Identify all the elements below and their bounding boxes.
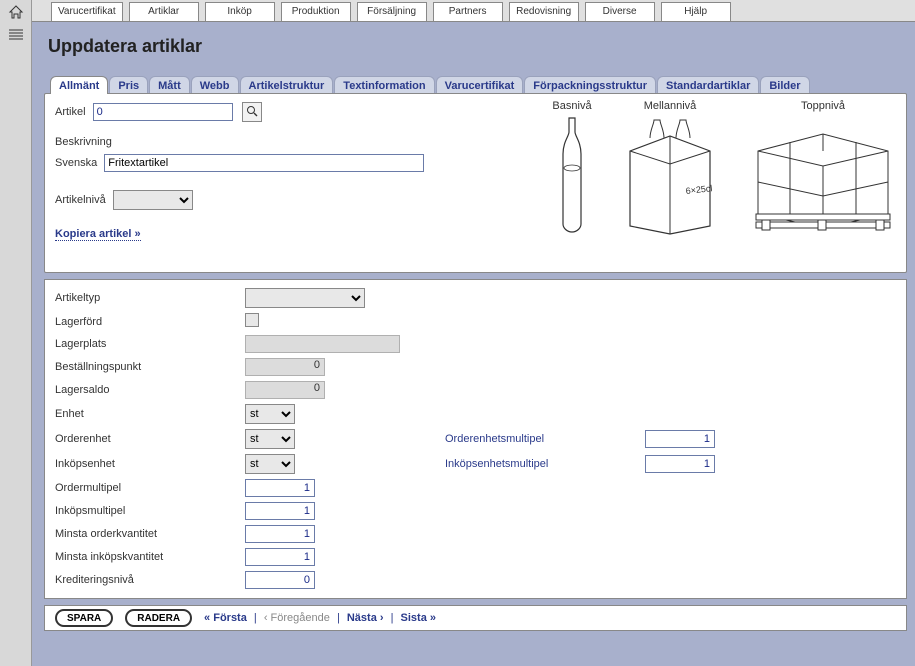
krediteringsniva-input[interactable] xyxy=(245,571,315,589)
tab-artikelstruktur[interactable]: Artikelstruktur xyxy=(240,76,334,94)
tab-varucertifikat[interactable]: Varucertifikat xyxy=(436,76,524,94)
svenska-input[interactable] xyxy=(104,154,424,172)
footer-bar: SPARA RADERA « Första | ‹ Föregående | N… xyxy=(44,605,907,631)
pager-last[interactable]: Sista » xyxy=(401,612,436,624)
menu-forsaljning[interactable]: Försäljning xyxy=(357,2,427,21)
inkopsenhetsmultipel-label: Inköpsenhetsmultipel xyxy=(445,458,645,470)
main-menu: Varucertifikat Artiklar Inköp Produktion… xyxy=(32,0,915,22)
inkopsenhet-select[interactable]: st xyxy=(245,454,295,474)
menu-redovisning[interactable]: Redovisning xyxy=(509,2,579,21)
tab-forpackningsstruktur[interactable]: Förpackningsstruktur xyxy=(524,76,656,94)
artikeltyp-select[interactable] xyxy=(245,288,365,308)
artikel-input[interactable] xyxy=(93,103,233,121)
general-panel: Artikel Beskrivning Svenska Artikelnivå xyxy=(44,93,907,273)
artikelniva-label: Artikelnivå xyxy=(55,194,106,206)
multipack-icon: 6×25cl xyxy=(620,116,720,239)
menu-produktion[interactable]: Produktion xyxy=(281,2,351,21)
orderenhetsmultipel-input[interactable] xyxy=(645,430,715,448)
orderenhet-select[interactable]: st xyxy=(245,429,295,449)
menu-partners[interactable]: Partners xyxy=(433,2,503,21)
details-panel[interactable]: Artikeltyp Lagerförd Lagerplats Beställn… xyxy=(44,279,907,599)
pager-prev[interactable]: ‹ Föregående xyxy=(264,612,330,624)
orderenhetsmultipel-label: Orderenhetsmultipel xyxy=(445,433,645,445)
bottle-icon xyxy=(552,116,592,239)
pager-first[interactable]: « Första xyxy=(204,612,247,624)
minsta-inkopskvantitet-label: Minsta inköpskvantitet xyxy=(55,551,245,563)
basniva-label: Basnivå xyxy=(552,100,591,112)
list-icon[interactable] xyxy=(8,28,24,42)
artikel-label: Artikel xyxy=(55,106,86,118)
ordermultipel-label: Ordermultipel xyxy=(55,482,245,494)
toppniva-label: Toppnivå xyxy=(801,100,845,112)
beskrivning-label: Beskrivning xyxy=(55,136,112,148)
page-title: Uppdatera artiklar xyxy=(48,36,907,57)
orderenhet-label: Orderenhet xyxy=(55,433,245,445)
menu-inkop[interactable]: Inköp xyxy=(205,2,275,21)
search-icon xyxy=(246,105,258,120)
inkopsmultipel-label: Inköpsmultipel xyxy=(55,505,245,517)
lagerford-checkbox[interactable] xyxy=(245,313,259,327)
tab-standardartiklar[interactable]: Standardartiklar xyxy=(657,76,759,94)
artikeltyp-label: Artikeltyp xyxy=(55,292,245,304)
inkopsenhet-label: Inköpsenhet xyxy=(55,458,245,470)
delete-button[interactable]: RADERA xyxy=(125,609,192,627)
lagersaldo-value: 0 xyxy=(245,381,325,399)
krediteringsniva-label: Krediteringsnivå xyxy=(55,574,245,586)
menu-hjalp[interactable]: Hjälp xyxy=(661,2,731,21)
minsta-orderkvantitet-input[interactable] xyxy=(245,525,315,543)
ordermultipel-input[interactable] xyxy=(245,479,315,497)
enhet-label: Enhet xyxy=(55,408,245,420)
lagerford-label: Lagerförd xyxy=(55,316,245,328)
menu-diverse[interactable]: Diverse xyxy=(585,2,655,21)
copy-article-link[interactable]: Kopiera artikel » xyxy=(55,228,141,241)
svenska-label: Svenska xyxy=(55,157,97,169)
minsta-inkopskvantitet-input[interactable] xyxy=(245,548,315,566)
artikelniva-select[interactable] xyxy=(113,190,193,210)
minsta-orderkvantitet-label: Minsta orderkvantitet xyxy=(55,528,245,540)
inkopsmultipel-input[interactable] xyxy=(245,502,315,520)
lagersaldo-label: Lagersaldo xyxy=(55,384,245,396)
artikel-search-button[interactable] xyxy=(242,102,262,122)
home-icon[interactable] xyxy=(8,4,24,20)
menu-artiklar[interactable]: Artiklar xyxy=(129,2,199,21)
menu-varucertifikat[interactable]: Varucertifikat xyxy=(51,2,123,21)
bestallningspunkt-label: Beställningspunkt xyxy=(55,361,245,373)
tab-bilder[interactable]: Bilder xyxy=(760,76,809,94)
tab-matt[interactable]: Mått xyxy=(149,76,190,94)
tab-allmant[interactable]: Allmänt xyxy=(50,76,108,94)
pager-next[interactable]: Nästa › xyxy=(347,612,384,624)
inkopsenhetsmultipel-input[interactable] xyxy=(645,455,715,473)
save-button[interactable]: SPARA xyxy=(55,609,113,627)
tab-webb[interactable]: Webb xyxy=(191,76,239,94)
lagerplats-label: Lagerplats xyxy=(55,338,245,350)
enhet-select[interactable]: st xyxy=(245,404,295,424)
tab-pris[interactable]: Pris xyxy=(109,76,148,94)
pallet-icon xyxy=(748,116,898,239)
tab-strip: Allmänt Pris Mått Webb Artikelstruktur T… xyxy=(44,71,907,93)
mellanniva-label: Mellannivå xyxy=(644,100,697,112)
bestallningspunkt-value: 0 xyxy=(245,358,325,376)
lagerplats-value xyxy=(245,335,400,353)
tab-textinformation[interactable]: Textinformation xyxy=(334,76,434,94)
